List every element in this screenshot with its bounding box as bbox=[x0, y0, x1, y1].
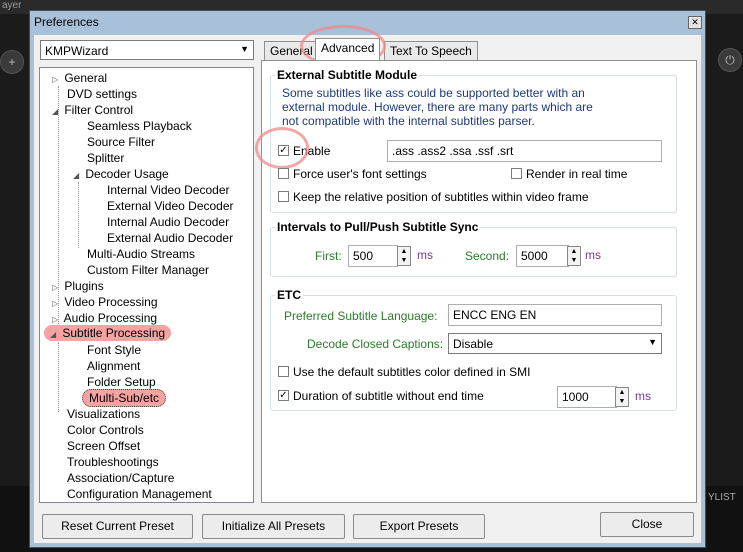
tree-item-multi-audio-streams[interactable]: Multi-Audio Streams bbox=[87, 247, 195, 261]
spin-down-icon: ▼ bbox=[570, 257, 578, 264]
expand-icon: ▷ bbox=[52, 315, 59, 324]
tree-item-alignment[interactable]: Alignment bbox=[87, 359, 140, 373]
realtime-label: Render in real time bbox=[526, 167, 628, 181]
tree-item-external-video-decoder[interactable]: External Video Decoder bbox=[107, 199, 234, 213]
preset-value: KMPWizard bbox=[45, 44, 109, 58]
force-font-checkbox[interactable] bbox=[278, 168, 289, 179]
spin-up-icon: ▲ bbox=[570, 248, 578, 255]
collapse-icon: ◢ bbox=[50, 330, 57, 339]
cc-value: Disable bbox=[453, 337, 494, 351]
first-unit: ms bbox=[417, 248, 433, 262]
second-input[interactable]: 5000 bbox=[516, 245, 569, 267]
close-button[interactable]: Close bbox=[600, 512, 694, 537]
spin-up-icon: ▲ bbox=[618, 389, 626, 396]
tree-item-general[interactable]: ▷ General bbox=[52, 71, 107, 85]
spin-down-icon: ▼ bbox=[618, 398, 626, 405]
export-presets-button[interactable]: Export Presets bbox=[353, 514, 485, 539]
tree-item-dvd-settings[interactable]: DVD settings bbox=[67, 87, 137, 101]
tree-item-visualizations[interactable]: Visualizations bbox=[67, 407, 140, 421]
tree-item-font-style[interactable]: Font Style bbox=[87, 343, 141, 357]
second-unit: ms bbox=[585, 248, 601, 262]
duration-label: Duration of subtitle without end time bbox=[293, 389, 484, 403]
tree-item-external-audio-decoder[interactable]: External Audio Decoder bbox=[107, 231, 233, 245]
tree-item-custom-filter-manager[interactable]: Custom Filter Manager bbox=[87, 263, 209, 277]
player-power-icon[interactable]: ⏻ bbox=[718, 48, 742, 72]
preset-select[interactable]: KMPWizard ▼ bbox=[40, 40, 254, 60]
expand-icon: ▷ bbox=[52, 299, 59, 308]
chevron-down-icon: ▼ bbox=[240, 44, 249, 54]
tree-item-multi-sub-etc[interactable]: Multi-Sub/etc bbox=[82, 389, 167, 407]
tree-item-audio-processing[interactable]: ▷ Audio Processing bbox=[52, 311, 157, 325]
tab-text-to-speech[interactable]: Text To Speech bbox=[384, 41, 478, 60]
tree-item-plugins[interactable]: ▷ Plugins bbox=[52, 279, 104, 293]
default-color-label: Use the default subtitles color defined … bbox=[293, 365, 531, 379]
cc-label: Decode Closed Captions: bbox=[307, 337, 444, 351]
duration-spinner[interactable]: ▲ ▼ bbox=[615, 387, 629, 407]
external-desc-line3: not compatible with the internal subtitl… bbox=[282, 114, 535, 128]
initialize-presets-button[interactable]: Initialize All Presets bbox=[202, 514, 345, 539]
tree-item-internal-video-decoder[interactable]: Internal Video Decoder bbox=[107, 183, 230, 197]
chevron-down-icon: ▼ bbox=[648, 337, 657, 347]
collapse-icon: ◢ bbox=[52, 107, 59, 116]
tree-item-internal-audio-decoder[interactable]: Internal Audio Decoder bbox=[107, 215, 229, 229]
tree-item-splitter[interactable]: Splitter bbox=[87, 151, 124, 165]
tree-item-seamless-playback[interactable]: Seamless Playback bbox=[87, 119, 192, 133]
tree-item-color-controls[interactable]: Color Controls bbox=[67, 423, 144, 437]
tree-item-filter-control[interactable]: ◢ Filter Control bbox=[52, 103, 133, 117]
tree-item-source-filter[interactable]: Source Filter bbox=[87, 135, 155, 149]
first-input[interactable]: 500 bbox=[348, 245, 398, 267]
tree-item-configuration-management[interactable]: Configuration Management bbox=[67, 487, 212, 501]
external-desc-line2: external module. However, there are many… bbox=[282, 100, 593, 114]
highlight-circle-enable bbox=[255, 127, 309, 169]
tree-item-association-capture[interactable]: Association/Capture bbox=[67, 471, 174, 485]
close-icon[interactable]: ✕ bbox=[688, 16, 702, 29]
etc-title: ETC bbox=[275, 288, 303, 302]
lang-input[interactable]: ENCC ENG EN bbox=[448, 304, 662, 326]
keep-position-checkbox[interactable] bbox=[278, 191, 289, 202]
tree-item-folder-setup[interactable]: Folder Setup bbox=[87, 375, 156, 389]
collapse-icon: ◢ bbox=[73, 171, 80, 180]
second-label: Second: bbox=[465, 249, 510, 263]
expand-icon: ▷ bbox=[52, 283, 59, 292]
tree-item-screen-offset[interactable]: Screen Offset bbox=[67, 439, 140, 453]
lang-label: Preferred Subtitle Language: bbox=[284, 309, 438, 323]
duration-unit: ms bbox=[635, 389, 651, 403]
dialog-title: Preferences bbox=[34, 15, 99, 29]
force-font-label: Force user's font settings bbox=[293, 167, 427, 181]
first-label: First: bbox=[315, 249, 342, 263]
default-color-checkbox[interactable] bbox=[278, 366, 289, 377]
first-spinner[interactable]: ▲ ▼ bbox=[397, 246, 411, 266]
spin-up-icon: ▲ bbox=[400, 248, 408, 255]
spin-down-icon: ▼ bbox=[400, 257, 408, 264]
tree-item-video-processing[interactable]: ▷ Video Processing bbox=[52, 295, 158, 309]
extensions-input[interactable]: .ass .ass2 .ssa .ssf .srt bbox=[387, 140, 662, 162]
realtime-checkbox[interactable] bbox=[511, 168, 522, 179]
keep-position-label: Keep the relative position of subtitles … bbox=[293, 190, 589, 204]
external-subtitle-title: External Subtitle Module bbox=[275, 68, 420, 82]
playlist-label[interactable]: YLIST bbox=[708, 492, 736, 503]
player-title: ayer bbox=[2, 0, 22, 11]
duration-input[interactable]: 1000 bbox=[557, 386, 617, 408]
tree-item-subtitle-processing[interactable]: ◢ Subtitle Processing bbox=[44, 325, 172, 341]
tree-item-decoder-usage[interactable]: ◢ Decoder Usage bbox=[73, 167, 169, 181]
second-spinner[interactable]: ▲ ▼ bbox=[567, 246, 581, 266]
intervals-title: Intervals to Pull/Push Subtitle Sync bbox=[275, 220, 481, 234]
duration-checkbox[interactable]: ✓ bbox=[278, 390, 289, 401]
settings-tree[interactable]: ▷ General DVD settings ◢ Filter Control … bbox=[39, 67, 254, 503]
external-desc-line1: Some subtitles like ass could be support… bbox=[282, 86, 585, 100]
expand-icon: ▷ bbox=[52, 75, 59, 84]
tree-item-troubleshootings[interactable]: Troubleshootings bbox=[67, 455, 159, 469]
tab-advanced[interactable]: Advanced bbox=[315, 38, 381, 60]
reset-preset-button[interactable]: Reset Current Preset bbox=[42, 514, 193, 539]
cc-select[interactable]: Disable ▼ bbox=[448, 333, 662, 354]
player-add-icon[interactable]: + bbox=[0, 50, 24, 74]
